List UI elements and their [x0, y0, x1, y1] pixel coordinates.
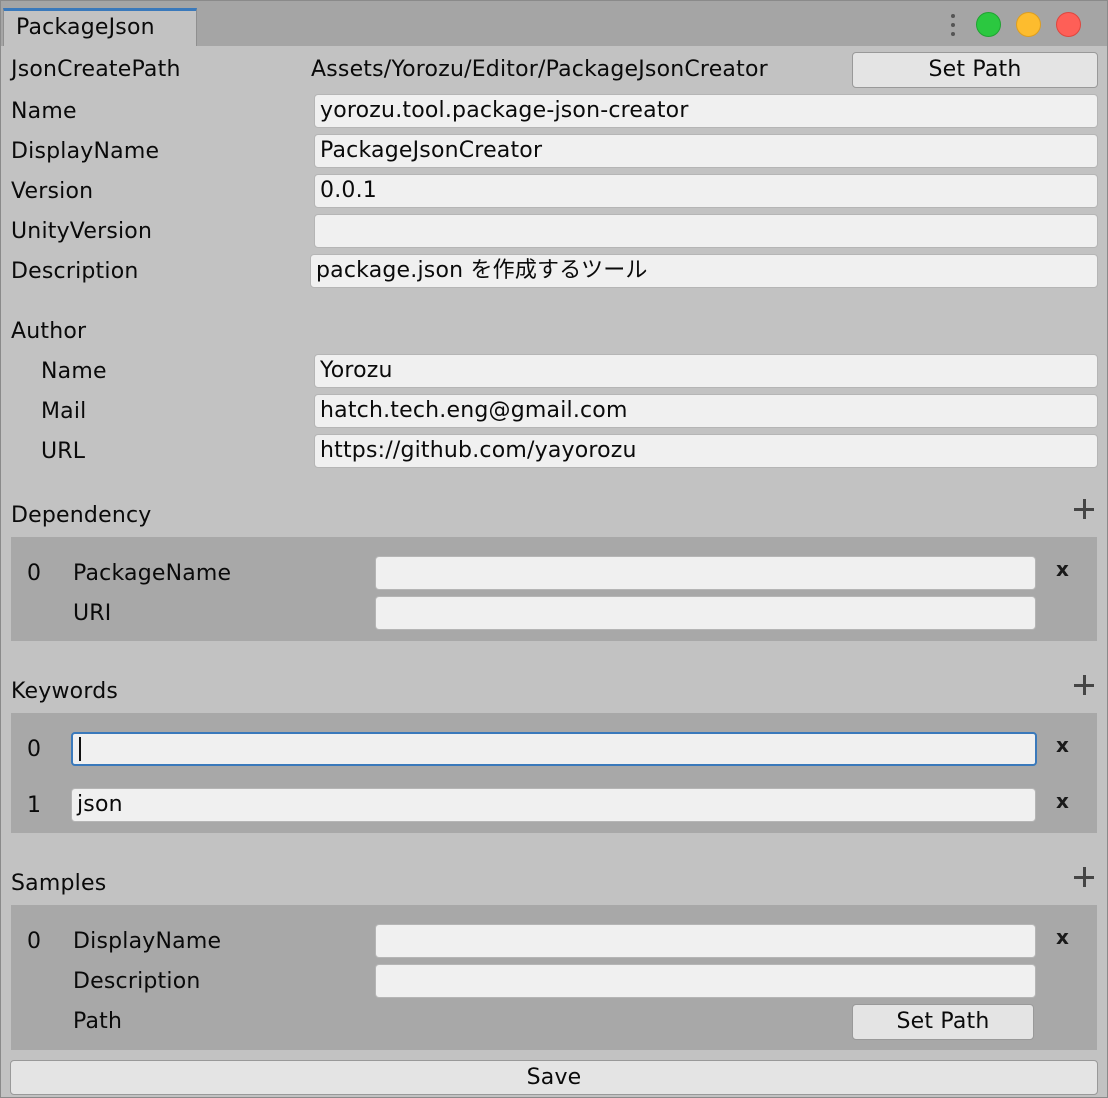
author-name-field[interactable]: Yorozu [314, 354, 1098, 388]
set-json-path-button[interactable]: Set Path [852, 52, 1098, 88]
sample-description-field[interactable] [375, 964, 1036, 998]
add-dependency-plus-icon[interactable] [1074, 499, 1094, 519]
author-mail-field[interactable]: hatch.tech.eng@gmail.com [314, 394, 1098, 428]
json-create-path-label: JsonCreatePath [11, 57, 181, 82]
sample-index: 0 [27, 929, 42, 954]
dependency-index: 0 [27, 561, 42, 586]
keyword-index: 0 [27, 737, 42, 762]
unity-version-label: UnityVersion [11, 219, 153, 244]
display-name-field[interactable]: PackageJsonCreator [314, 134, 1098, 168]
author-header: Author [11, 319, 87, 344]
package-name-label: PackageName [73, 561, 232, 586]
version-field[interactable]: 0.0.1 [314, 174, 1098, 208]
description-label: Description [11, 259, 139, 284]
uri-field[interactable] [375, 596, 1036, 630]
dependency-header: Dependency [11, 503, 152, 528]
unity-version-field[interactable] [314, 214, 1098, 248]
text-caret [79, 737, 81, 761]
keyword-field[interactable]: json [71, 788, 1036, 822]
package-name-field[interactable] [375, 556, 1036, 590]
samples-list: 0 DisplayName x Description Path Set Pat… [11, 905, 1097, 1050]
keywords-list: 0 x 1 json x [11, 713, 1097, 833]
display-name-label: DisplayName [11, 139, 160, 164]
sample-display-name-label: DisplayName [73, 929, 222, 954]
description-field[interactable]: package.json を作成するツール [310, 254, 1098, 288]
version-label: Version [11, 179, 94, 204]
title-bar: PackageJson [1, 1, 1107, 46]
remove-keyword-x-icon[interactable]: x [1056, 791, 1069, 811]
add-keyword-plus-icon[interactable] [1074, 675, 1094, 695]
json-create-path-value: Assets/Yorozu/Editor/PackageJsonCreator [311, 57, 768, 82]
name-field[interactable]: yorozu.tool.package-json-creator [314, 94, 1098, 128]
minimize-button[interactable] [1016, 12, 1041, 37]
author-name-label: Name [41, 359, 107, 384]
author-mail-label: Mail [41, 399, 87, 424]
sample-description-label: Description [73, 969, 201, 994]
sample-set-path-button[interactable]: Set Path [852, 1004, 1034, 1040]
close-button[interactable] [1056, 12, 1081, 37]
keywords-header: Keywords [11, 679, 119, 704]
author-url-field[interactable]: https://github.com/yayorozu [314, 434, 1098, 468]
sample-path-label: Path [73, 1009, 123, 1034]
dependency-list: 0 PackageName x URI [11, 537, 1097, 641]
name-label: Name [11, 99, 77, 124]
samples-header: Samples [11, 871, 107, 896]
package-json-window: PackageJson JsonCreatePath Assets/Yorozu… [0, 0, 1108, 1098]
author-url-label: URL [41, 439, 86, 464]
maximize-button[interactable] [976, 12, 1001, 37]
save-button[interactable]: Save [10, 1060, 1098, 1095]
remove-sample-x-icon[interactable]: x [1056, 927, 1069, 947]
remove-keyword-x-icon[interactable]: x [1056, 735, 1069, 755]
uri-label: URI [73, 601, 112, 626]
tab-package-json[interactable]: PackageJson [3, 8, 197, 46]
keyword-index: 1 [27, 793, 42, 818]
kebab-menu-icon[interactable] [949, 14, 957, 36]
remove-dependency-x-icon[interactable]: x [1056, 559, 1069, 579]
sample-display-name-field[interactable] [375, 924, 1036, 958]
keyword-field[interactable] [71, 732, 1037, 766]
add-sample-plus-icon[interactable] [1074, 867, 1094, 887]
